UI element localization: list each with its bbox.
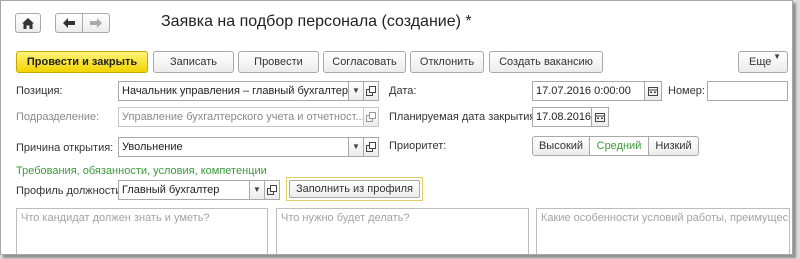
number-field[interactable]	[707, 81, 788, 101]
fill-from-profile-button[interactable]: Заполнить из профиля	[289, 180, 420, 198]
planned-close-calendar-button[interactable]	[591, 107, 609, 127]
chevron-down-icon: ▼	[352, 86, 360, 95]
date-field[interactable]: 17.07.2016 0:00:00	[532, 81, 645, 101]
chevron-down-icon: ▼	[773, 52, 781, 61]
open-icon	[267, 185, 277, 195]
more-button[interactable]: Еще ▼	[738, 51, 788, 73]
reason-label: Причина открытия:	[16, 142, 114, 154]
arrow-right-icon	[90, 18, 102, 28]
reject-button[interactable]: Отклонить	[410, 51, 484, 73]
chevron-down-icon: ▼	[253, 185, 261, 194]
open-icon	[366, 86, 376, 96]
fill-from-profile-button-frame: Заполнить из профиля	[286, 177, 423, 201]
post-and-close-button[interactable]: Провести и закрыть	[16, 51, 148, 73]
create-vacancy-button[interactable]: Создать вакансию	[489, 51, 603, 73]
reason-field[interactable]: Увольнение	[118, 137, 349, 157]
open-icon	[366, 142, 376, 152]
department-open-button[interactable]	[363, 107, 379, 127]
reason-dropdown-button[interactable]: ▼	[348, 137, 364, 157]
chevron-down-icon: ▼	[352, 142, 360, 151]
more-label: Еще	[749, 56, 772, 68]
profile-label: Профиль должности:	[16, 185, 125, 197]
conditions-textarea[interactable]: Какие особенности условий работы, преиму…	[536, 208, 790, 254]
save-button[interactable]: Записать	[153, 51, 234, 73]
date-calendar-button[interactable]	[644, 81, 662, 101]
priority-high-option[interactable]: Высокий	[532, 136, 590, 156]
forward-button[interactable]	[82, 13, 110, 33]
planned-close-field[interactable]: 17.08.2016	[532, 107, 592, 127]
requirements-link[interactable]: Требования, обязанности, условия, компет…	[16, 165, 267, 177]
date-label: Дата:	[389, 85, 417, 97]
profile-open-button[interactable]	[264, 180, 280, 200]
planned-close-label: Планируемая дата закрытия:	[389, 111, 539, 123]
profile-field[interactable]: Главный бухгалтер	[118, 180, 250, 200]
calendar-icon	[648, 86, 658, 96]
skills-textarea[interactable]: Что кандидат должен знать и уметь?	[16, 208, 268, 254]
position-field[interactable]: Начальник управления – главный бухгалтер…	[118, 81, 349, 101]
home-icon	[22, 17, 34, 29]
arrow-left-icon	[63, 18, 75, 28]
window-title: Заявка на подбор персонала (создание) *	[161, 13, 472, 30]
open-icon	[366, 112, 376, 122]
calendar-icon	[595, 112, 605, 122]
position-label: Позиция:	[16, 85, 63, 97]
document-window: Заявка на подбор персонала (создание) * …	[0, 0, 793, 255]
back-button[interactable]	[55, 13, 83, 33]
duties-textarea[interactable]: Что нужно будет делать?	[276, 208, 529, 254]
position-dropdown-button[interactable]: ▼	[348, 81, 364, 101]
department-label: Подразделение:	[16, 111, 100, 123]
post-button[interactable]: Провести	[238, 51, 319, 73]
department-field: Управление бухгалтерского учета и отчетн…	[118, 107, 364, 127]
profile-dropdown-button[interactable]: ▼	[249, 180, 265, 200]
priority-low-option[interactable]: Низкий	[648, 136, 699, 156]
priority-label: Приоритет:	[389, 140, 447, 152]
reason-open-button[interactable]	[363, 137, 379, 157]
home-button[interactable]	[15, 13, 41, 33]
number-label: Номер:	[668, 85, 705, 97]
approve-button[interactable]: Согласовать	[323, 51, 406, 73]
position-open-button[interactable]	[363, 81, 379, 101]
priority-medium-option[interactable]: Средний	[589, 136, 649, 156]
